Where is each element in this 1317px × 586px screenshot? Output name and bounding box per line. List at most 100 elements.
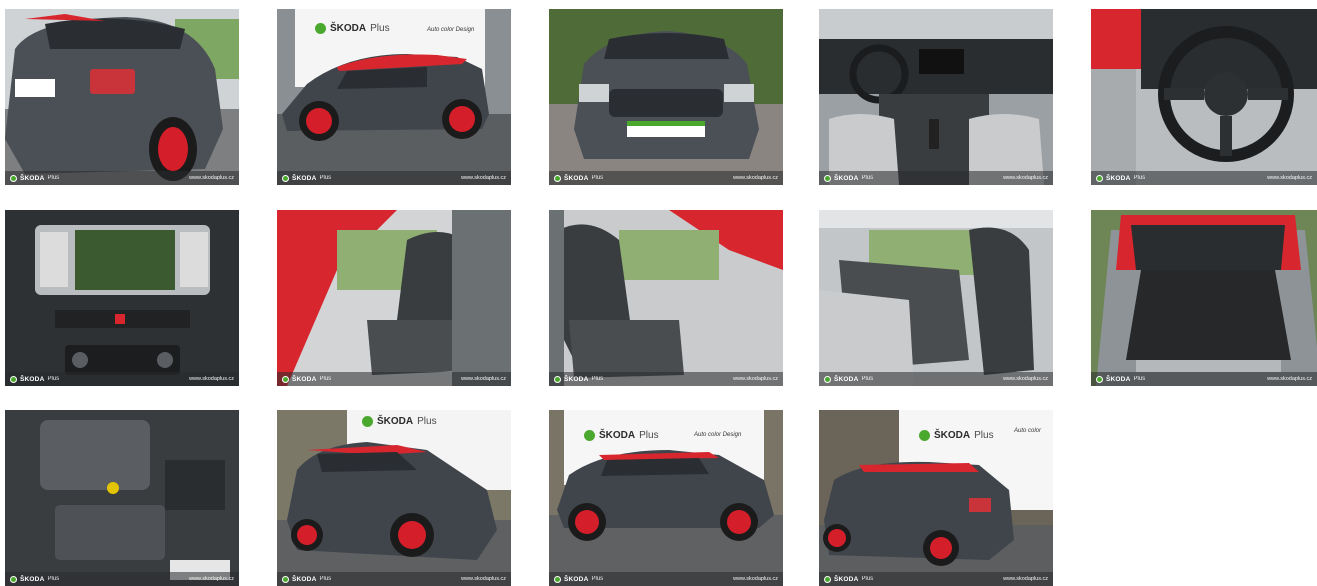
photo-thumbnail-9[interactable]: ŠKODA Plus www.skodaplus.cz — [819, 210, 1053, 386]
banner-brand-text: ŠKODA — [599, 430, 636, 441]
photo-thumbnail-5[interactable]: ŠKODA Plus www.skodaplus.cz — [1091, 9, 1317, 185]
watermark-brand: ŠKODA — [564, 174, 589, 182]
engine-bay-image — [5, 410, 239, 586]
banner-sub-text: Plus — [639, 430, 659, 441]
photo-thumbnail-14[interactable]: ŠKODA Plus Auto color ŠKODA Plus www.skod… — [819, 410, 1053, 586]
skoda-logo-icon — [315, 23, 326, 34]
watermark-url: www.skodaplus.cz — [733, 175, 778, 181]
photo-thumbnail-6[interactable]: ŠKODA Plus www.skodaplus.cz — [5, 210, 239, 386]
watermark-sub: Plus — [861, 175, 874, 181]
watermark-sub: Plus — [1133, 376, 1146, 382]
trunk-image — [1091, 210, 1317, 386]
watermark-bar: ŠKODA Plus www.skodaplus.cz — [549, 372, 783, 386]
watermark-url: www.skodaplus.cz — [189, 576, 234, 582]
watermark-brand: ŠKODA — [20, 375, 45, 383]
watermark-brand: ŠKODA — [292, 174, 317, 182]
watermark-url: www.skodaplus.cz — [461, 376, 506, 382]
skoda-logo-icon — [584, 430, 595, 441]
watermark-sub: Plus — [861, 576, 874, 582]
watermark-bar: ŠKODA Plus www.skodaplus.cz — [277, 372, 511, 386]
photo-thumbnail-7[interactable]: ŠKODA Plus www.skodaplus.cz — [277, 210, 511, 386]
car-front-three-quarter-image — [277, 410, 511, 586]
watermark-sub: Plus — [591, 576, 604, 582]
skoda-logo-icon — [1096, 174, 1103, 182]
skoda-logo-icon — [362, 416, 373, 427]
watermark-brand: ŠKODA — [834, 575, 859, 583]
watermark-url: www.skodaplus.cz — [461, 576, 506, 582]
skoda-logo-icon — [554, 575, 561, 583]
watermark-bar: ŠKODA Plus www.skodaplus.cz — [549, 171, 783, 185]
photo-thumbnail-13[interactable]: ŠKODA Plus Auto color Design ŠKODA Plus w… — [549, 410, 783, 586]
car-side-profile-image — [277, 9, 511, 185]
photo-thumbnail-2[interactable]: ŠKODA Plus Auto color Design ŠKODA Plus w… — [277, 9, 511, 185]
watermark-sub: Plus — [47, 175, 60, 181]
front-seats-driver-side-image — [277, 210, 511, 386]
watermark-url: www.skodaplus.cz — [1003, 576, 1048, 582]
watermark-url: www.skodaplus.cz — [733, 576, 778, 582]
banner-brand: ŠKODA Plus — [584, 430, 659, 441]
watermark-url: www.skodaplus.cz — [461, 175, 506, 181]
front-seats-passenger-side-image — [549, 210, 783, 386]
photo-thumbnail-3[interactable]: ŠKODA Plus www.skodaplus.cz — [549, 9, 783, 185]
banner-tagline: Auto color Design — [694, 432, 742, 438]
watermark-brand: ŠKODA — [292, 575, 317, 583]
watermark-url: www.skodaplus.cz — [1267, 175, 1312, 181]
watermark-brand: ŠKODA — [292, 375, 317, 383]
car-rear-three-quarter-image — [5, 9, 239, 185]
photo-thumbnail-1[interactable]: ŠKODA Plus www.skodaplus.cz — [5, 9, 239, 185]
photo-thumbnail-11[interactable]: ŠKODA Plus www.skodaplus.cz — [5, 410, 239, 586]
watermark-bar: ŠKODA Plus www.skodaplus.cz — [277, 171, 511, 185]
watermark-bar: ŠKODA Plus www.skodaplus.cz — [1091, 372, 1317, 386]
photo-thumbnail-8[interactable]: ŠKODA Plus www.skodaplus.cz — [549, 210, 783, 386]
watermark-sub: Plus — [319, 376, 332, 382]
skoda-logo-icon — [10, 575, 17, 583]
watermark-brand: ŠKODA — [1106, 174, 1131, 182]
photo-thumbnail-12[interactable]: ŠKODA Plus ŠKODA Plus www.skodaplus.cz — [277, 410, 511, 586]
banner-brand: ŠKODA Plus — [919, 430, 994, 441]
watermark-url: www.skodaplus.cz — [1003, 175, 1048, 181]
skoda-logo-icon — [10, 174, 17, 182]
skoda-logo-icon — [282, 174, 289, 182]
banner-tagline: Auto color Design — [427, 27, 475, 33]
watermark-bar: ŠKODA Plus www.skodaplus.cz — [5, 171, 239, 185]
watermark-brand: ŠKODA — [20, 174, 45, 182]
photo-thumbnail-4[interactable]: ŠKODA Plus www.skodaplus.cz — [819, 9, 1053, 185]
watermark-brand: ŠKODA — [834, 375, 859, 383]
banner-brand: ŠKODA Plus — [362, 416, 437, 427]
car-front-image — [549, 9, 783, 185]
banner-sub-text: Plus — [370, 23, 390, 34]
watermark-sub: Plus — [319, 175, 332, 181]
photo-gallery: ŠKODA Plus www.skodaplus.cz ŠKODA Plus Au… — [0, 0, 1317, 586]
watermark-bar: ŠKODA Plus www.skodaplus.cz — [5, 372, 239, 386]
watermark-bar: ŠKODA Plus www.skodaplus.cz — [1091, 171, 1317, 185]
watermark-bar: ŠKODA Plus www.skodaplus.cz — [819, 171, 1053, 185]
banner-brand-text: ŠKODA — [934, 430, 971, 441]
banner-brand-text: ŠKODA — [330, 23, 367, 34]
watermark-brand: ŠKODA — [564, 575, 589, 583]
watermark-brand: ŠKODA — [20, 575, 45, 583]
watermark-bar: ŠKODA Plus www.skodaplus.cz — [819, 372, 1053, 386]
dashboard-image — [819, 9, 1053, 185]
watermark-sub: Plus — [47, 376, 60, 382]
watermark-sub: Plus — [861, 376, 874, 382]
watermark-url: www.skodaplus.cz — [733, 376, 778, 382]
watermark-sub: Plus — [47, 576, 60, 582]
skoda-logo-icon — [10, 375, 17, 383]
watermark-url: www.skodaplus.cz — [1003, 376, 1048, 382]
skoda-logo-icon — [282, 575, 289, 583]
watermark-sub: Plus — [1133, 175, 1146, 181]
skoda-logo-icon — [554, 375, 561, 383]
banner-sub-text: Plus — [974, 430, 994, 441]
banner-sub-text: Plus — [417, 416, 437, 427]
skoda-logo-icon — [824, 174, 831, 182]
watermark-url: www.skodaplus.cz — [189, 175, 234, 181]
watermark-sub: Plus — [319, 576, 332, 582]
banner-brand: ŠKODA Plus — [315, 23, 390, 34]
skoda-logo-icon — [824, 575, 831, 583]
skoda-logo-icon — [1096, 375, 1103, 383]
photo-thumbnail-10[interactable]: ŠKODA Plus www.skodaplus.cz — [1091, 210, 1317, 386]
skoda-logo-icon — [919, 430, 930, 441]
watermark-url: www.skodaplus.cz — [189, 376, 234, 382]
banner-brand-text: ŠKODA — [377, 416, 414, 427]
banner-tagline: Auto color — [1014, 428, 1042, 434]
